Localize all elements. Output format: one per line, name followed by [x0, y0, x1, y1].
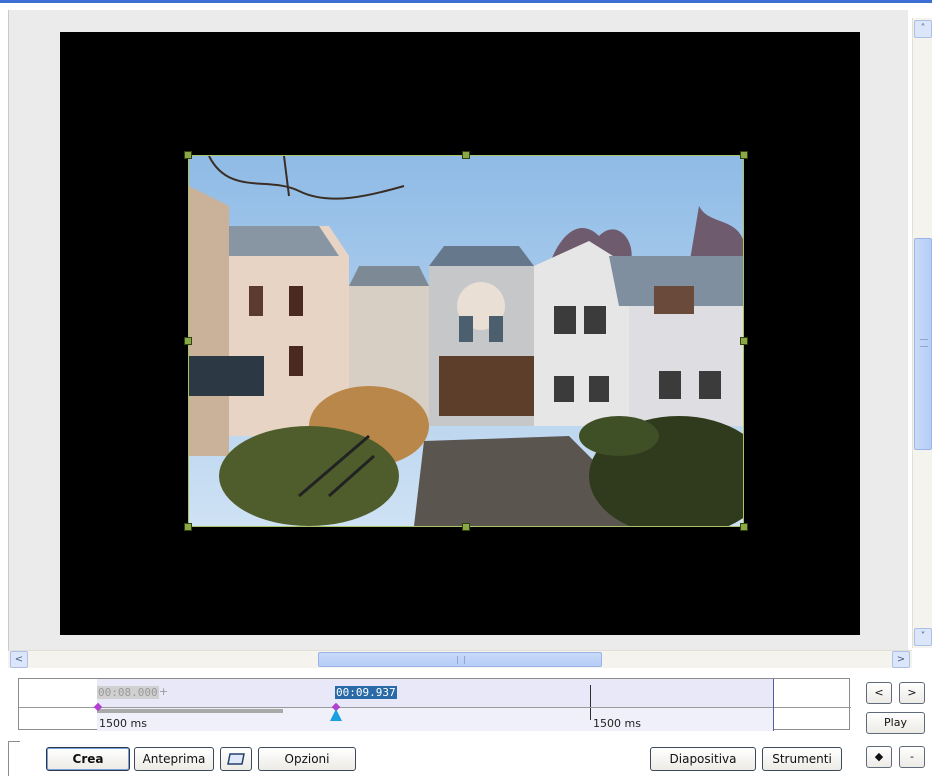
slide-icon-graphic: [227, 753, 245, 765]
resize-handle-right[interactable]: [740, 337, 748, 345]
scroll-right-icon[interactable]: >: [892, 651, 910, 668]
grip-icon: [457, 656, 465, 664]
slide-duration-left: 1500 ms: [99, 717, 147, 730]
slideshow-editor: ˄ ˅ < > 00:08.000 + 00:09.937 1500 ms 15…: [0, 0, 932, 776]
timeline-slide-boundary: [590, 685, 591, 707]
opzioni-button[interactable]: Opzioni: [258, 747, 356, 771]
anteprima-button[interactable]: Anteprima: [134, 747, 214, 771]
horizontal-scroll-thumb[interactable]: [318, 652, 602, 667]
play-button[interactable]: Play: [866, 712, 925, 734]
scroll-up-icon[interactable]: ˄: [914, 20, 932, 38]
photo-illustration: [189, 156, 743, 526]
pin-icon[interactable]: ◆: [866, 746, 892, 768]
timeline[interactable]: 00:08.000 + 00:09.937 1500 ms 1500 ms: [18, 678, 851, 731]
toolbar-frame: [8, 741, 20, 776]
next-button[interactable]: >: [899, 682, 925, 704]
previous-button[interactable]: <: [866, 682, 892, 704]
diapositiva-button[interactable]: Diapositiva: [650, 747, 756, 771]
resize-handle-bottom-right[interactable]: [740, 523, 748, 531]
timeline-start-time: 00:08.000: [97, 686, 159, 699]
slide-icon[interactable]: [220, 747, 252, 771]
resize-handle-top[interactable]: [462, 151, 470, 159]
slide-photo[interactable]: [188, 155, 744, 527]
resize-handle-left[interactable]: [184, 337, 192, 345]
timeline-end-marker: [773, 679, 774, 731]
resize-handle-top-right[interactable]: [740, 151, 748, 159]
window-top-border: [0, 0, 932, 8]
timeline-track-upper: [97, 679, 773, 707]
timeline-selected-time[interactable]: 00:09.937: [335, 686, 397, 699]
vertical-scrollbar[interactable]: ˄ ˅: [912, 18, 932, 648]
playhead-marker[interactable]: [330, 709, 342, 721]
timeline-transition-bar: [97, 709, 283, 713]
scroll-left-icon[interactable]: <: [10, 651, 28, 668]
scroll-down-icon[interactable]: ˅: [914, 628, 932, 646]
resize-handle-top-left[interactable]: [184, 151, 192, 159]
horizontal-scrollbar[interactable]: < >: [8, 650, 912, 668]
timeline-plus: +: [159, 685, 169, 698]
crea-button[interactable]: Crea: [46, 747, 130, 771]
resize-handle-bottom[interactable]: [462, 523, 470, 531]
resize-handle-bottom-left[interactable]: [184, 523, 192, 531]
bottom-toolbar: Crea Anteprima Opzioni Diapositiva Strum…: [40, 741, 850, 776]
minus-button[interactable]: -: [899, 746, 925, 768]
slide-duration-right: 1500 ms: [593, 717, 641, 730]
vertical-scroll-thumb[interactable]: [914, 238, 932, 450]
timeline-divider: [19, 707, 851, 708]
strumenti-button[interactable]: Strumenti: [762, 747, 842, 771]
grip-icon: [920, 339, 928, 347]
timeline-slide-boundary-lower: [590, 708, 591, 720]
